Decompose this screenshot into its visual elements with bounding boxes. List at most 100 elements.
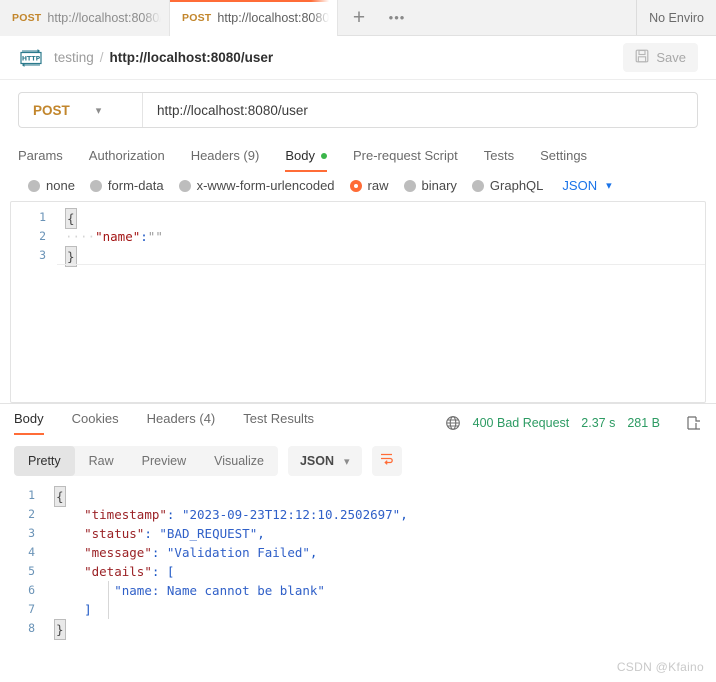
line-number: 7 [28,602,35,616]
view-label: Preview [141,454,187,468]
body-type-none[interactable]: none [28,178,75,193]
response-tab-cookies[interactable]: Cookies [72,411,119,435]
tab-label: Headers (9) [190,148,260,163]
close-brace: } [65,246,77,267]
radio-label: raw [367,178,389,193]
line-number: 5 [28,564,35,578]
tabstrip-spacer [414,0,638,35]
tab-fade [311,0,337,36]
floppy-disk-icon [635,49,649,66]
wrap-lines-button[interactable] [371,446,402,476]
view-label: Raw [88,454,114,468]
view-raw[interactable]: Raw [75,446,128,476]
json-value: "Validation Failed" [166,545,310,560]
view-label: Visualize [214,454,264,468]
save-button-label: Save [656,50,686,65]
save-response-icon[interactable] [686,415,702,431]
save-button[interactable]: Save [623,43,698,72]
tab-pre-request-script[interactable]: Pre-request Script [353,148,472,172]
radio-icon [89,179,102,192]
json-value: "BAD_REQUEST" [159,526,258,541]
open-brace: { [54,486,66,507]
tab-label: Tests [483,148,515,163]
view-label: Pretty [28,454,61,468]
body-type-graphql[interactable]: GraphQL [471,178,544,193]
line-number: 1 [39,210,46,224]
code-line: 3 } [11,246,705,267]
tab-label: Headers (4) [146,411,216,426]
breadcrumb-request-name[interactable]: http://localhost:8080/user [110,50,274,65]
body-type-urlencoded[interactable]: x-www-form-urlencoded [178,178,335,193]
tab-tests[interactable]: Tests [484,148,528,172]
url-bar: POST ▾ http://localhost:8080/user [18,92,698,128]
radio-icon-selected [349,179,362,192]
request-tab-1[interactable]: POST http://localhost:8080/sp [0,0,170,36]
body-type-binary[interactable]: binary [403,178,457,193]
code-line: 2 ····"name":"" [11,227,705,246]
json-key: "name" [95,229,141,244]
tab-authorization[interactable]: Authorization [89,148,179,172]
chevron-down-icon: ▾ [606,180,612,192]
line-number: 2 [39,229,46,243]
response-tab-test-results[interactable]: Test Results [243,411,314,435]
url-input[interactable]: http://localhost:8080/user [143,93,697,127]
tab-settings[interactable]: Settings [540,148,601,172]
environment-selector[interactable]: No Enviro [637,0,716,35]
tab-label: Cookies [71,411,119,426]
response-format-label: JSON [299,454,334,468]
code-line: 4 "message": "Validation Failed", [0,543,716,562]
tab-method-label: POST [182,12,212,24]
tab-params[interactable]: Params [18,148,77,172]
response-size: 281 B [627,416,660,430]
globe-icon[interactable] [445,415,461,431]
radio-icon [178,179,191,192]
new-tab-button[interactable]: + [338,0,380,35]
url-bar-row: POST ▾ http://localhost:8080/user [0,80,716,138]
radio-icon [403,179,416,192]
json-key: "details" [84,564,152,579]
http-method-dropdown[interactable]: POST ▾ [19,93,143,127]
body-type-selector: none form-data x-www-form-urlencoded raw… [0,172,716,201]
body-type-form-data[interactable]: form-data [89,178,164,193]
json-key: "message" [84,545,152,560]
json-key: "status" [84,526,145,541]
tab-headers[interactable]: Headers (9) [191,148,274,172]
close-brace: } [54,619,66,640]
response-body-viewer[interactable]: 1 { 2 "timestamp": "2023-09-23T12:12:10.… [0,482,716,682]
radio-label: GraphQL [489,178,544,193]
body-type-raw[interactable]: raw [349,178,389,193]
code-line: 8 } [0,619,716,640]
tab-fade [143,0,169,36]
response-format-dropdown[interactable]: JSON ▾ [287,446,362,476]
http-method-label: POST [33,102,70,118]
tab-body[interactable]: Body [285,148,341,172]
watermark: CSDN @Kfaino [616,660,704,674]
response-tab-body[interactable]: Body [14,411,44,435]
request-tab-2[interactable]: POST http://localhost:8080/us [170,0,338,36]
indent-guideline [108,600,109,619]
code-line: 3 "status": "BAD_REQUEST", [0,524,716,543]
json-comma: , [400,507,408,522]
code-line: 2 "timestamp": "2023-09-23T12:12:10.2502… [0,505,716,524]
body-format-label: JSON [562,178,598,193]
body-format-dropdown[interactable]: JSON ▾ [562,178,611,193]
json-value: "name: Name cannot be blank" [114,583,325,598]
json-array-open: [ [166,564,175,579]
view-visualize[interactable]: Visualize [200,446,278,476]
tab-label: Body [14,411,44,426]
response-view-segmented: Pretty Raw Preview Visualize [14,446,278,476]
radio-label: binary [421,178,457,193]
view-preview[interactable]: Preview [128,446,200,476]
breadcrumb-collection[interactable]: testing [54,50,94,65]
response-time: 2.37 s [581,416,616,430]
radio-label: form-data [107,178,164,193]
http-icon: HTTP [18,48,44,67]
view-pretty[interactable]: Pretty [14,446,75,476]
response-tabs: Body Cookies Headers (4) Test Results 40… [0,404,716,442]
response-tab-headers[interactable]: Headers (4) [147,411,216,435]
tab-options-button[interactable]: ••• [380,0,414,35]
json-colon: : [140,229,148,244]
request-code-area[interactable]: 1 { 2 ····"name":"" 3 } [11,202,705,267]
json-comma: , [309,545,318,560]
request-body-editor[interactable]: 1 { 2 ····"name":"" 3 } [10,201,706,403]
